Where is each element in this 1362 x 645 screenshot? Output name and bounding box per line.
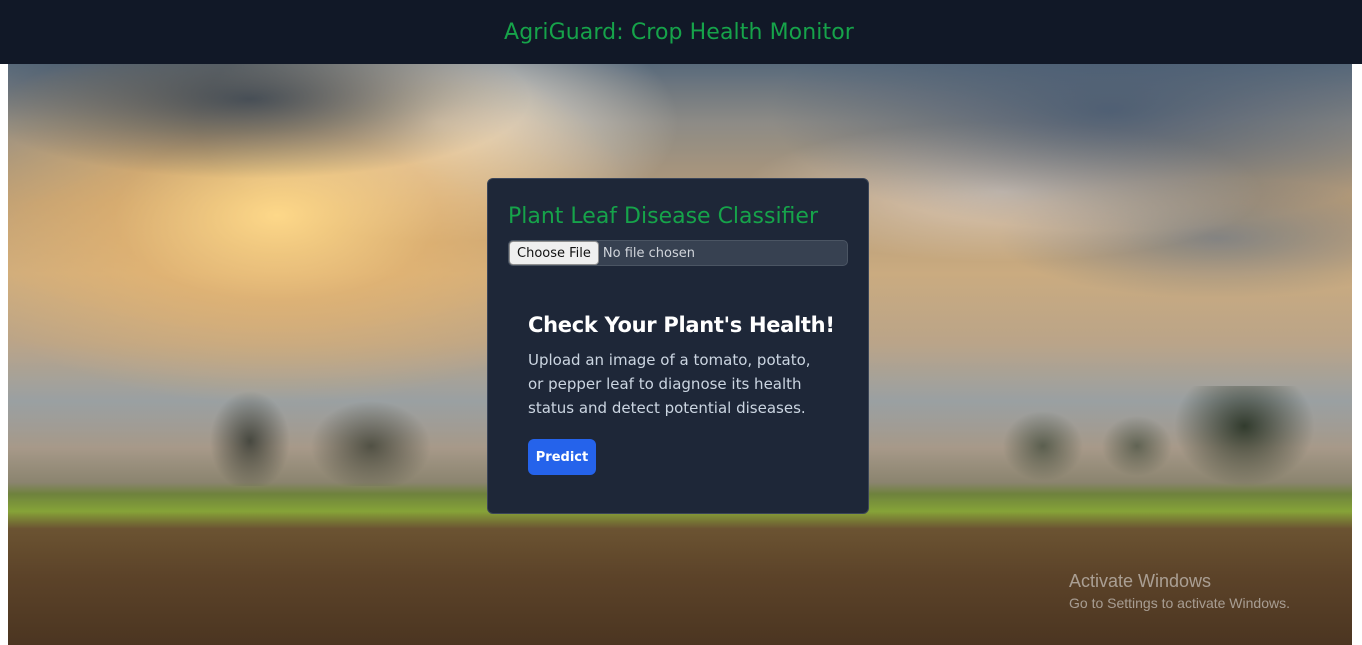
classifier-title: Plant Leaf Disease Classifier [508,204,818,229]
watermark-subtitle: Go to Settings to activate Windows. [1069,595,1290,611]
image-file-input[interactable]: Choose File No file chosen [508,240,848,266]
activate-windows-watermark: Activate Windows Go to Settings to activ… [1069,570,1290,614]
predict-button[interactable]: Predict [528,439,596,475]
app-title: AgriGuard: Crop Health Monitor [504,19,854,45]
info-description: Upload an image of a tomato, potato, or … [528,351,811,417]
info-section: Check Your Plant's Health! Upload an ima… [508,266,848,475]
watermark-title: Activate Windows [1069,571,1212,591]
app-window: AgriGuard: Crop Health Monitor Plant Lea… [0,0,1362,645]
choose-file-button[interactable]: Choose File [509,241,599,265]
file-status-text: No file chosen [602,245,695,261]
info-heading: Check Your Plant's Health! [528,313,835,337]
top-header: AgriGuard: Crop Health Monitor [0,0,1362,64]
classifier-card: Plant Leaf Disease Classifier Choose Fil… [487,178,869,514]
